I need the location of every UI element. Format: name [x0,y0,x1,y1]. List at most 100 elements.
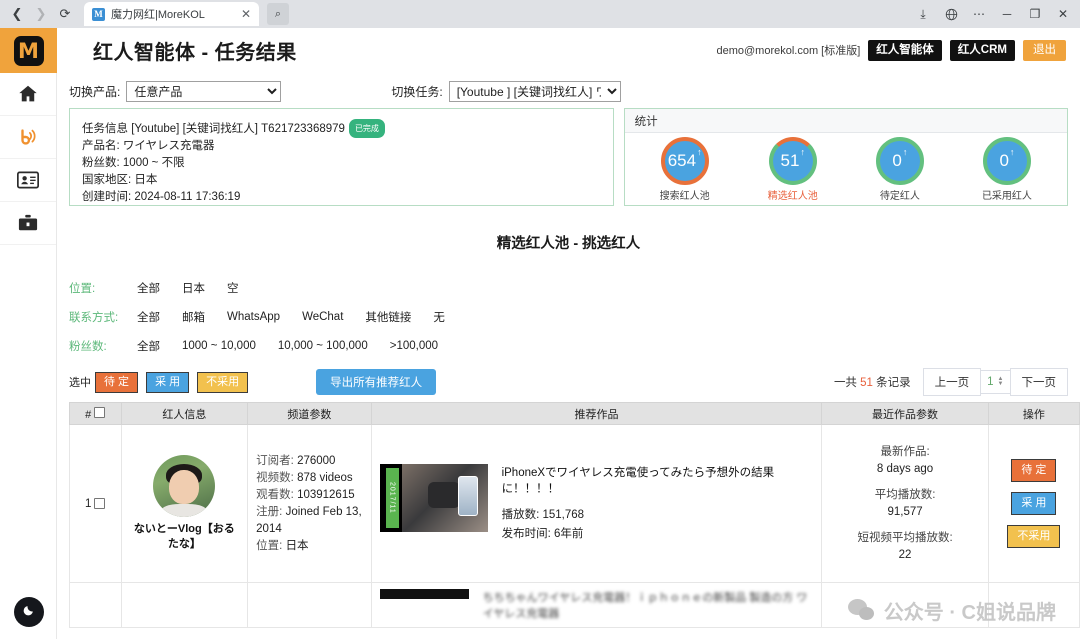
row-pending-button[interactable]: 待 定 [1011,459,1057,482]
bulk-adopt-button[interactable]: 采 用 [146,371,190,393]
sidebar-item-contacts[interactable] [0,159,56,202]
app-logo[interactable]: M [0,28,57,73]
task-info-row: 创建时间: 2024-08-11 17:36:19 [82,189,601,206]
row-index-wrap: 1 [78,498,113,510]
task-info-value: ワイヤレス充電器 [122,140,215,152]
work-title[interactable]: iPhoneXでワイヤレス充電使ってみたら予想外の結果に！！！！ [502,464,814,496]
select-all-checkbox[interactable] [94,406,106,418]
download-icon[interactable]: ⤓ [910,1,936,27]
row-checkbox[interactable] [94,498,106,509]
recent-value: 22 [898,548,912,561]
stat-item-pending[interactable]: 0 ↑ 待定红人 [875,137,924,202]
cell-recommended-work: 2017/11 iPhoneXでワイヤレス充電使ってみたら予想外の結果に！！！！… [370,424,823,583]
task-select[interactable]: [Youtube ] [关键词找红人] ワイヤ [448,81,621,102]
contact-card-icon [17,171,39,189]
page-number-input[interactable]: 1 ▲ ▼ [981,370,1010,394]
filter-option[interactable]: 全部 [137,338,160,354]
table-row[interactable]: 1 ないとーVlog【おるたな】 订阅者: 276000 视频数: 878 vi… [69,424,1080,583]
thumbnail-photo [401,463,488,532]
video-thumbnail[interactable]: 2017/11 [379,463,488,532]
filter-option[interactable]: 日本 [182,280,205,296]
stat-item-adopted[interactable]: 0 ↑ 已采用红人 [982,137,1032,202]
task-info-key: 粉丝数: [82,157,120,169]
video-thumbnail[interactable] [379,589,469,599]
main-content: 切换产品: 任意产品 切换任务: [Youtube ] [关键词找红人] ワイヤ… [57,73,1080,639]
filter-option[interactable]: 10,000 ~ 100,000 [278,340,368,352]
cell-channel-params [247,582,372,628]
filter-label: 联系方式: [69,311,119,324]
product-select-label: 切换产品: [69,85,121,99]
minimize-icon[interactable]: ─ [994,1,1020,27]
bulk-reject-button[interactable]: 不采用 [197,371,249,393]
sidebar-item-broadcast[interactable] [0,116,56,159]
more-options-icon[interactable]: ⋯ [966,1,992,27]
filter-option[interactable]: 其他链接 [365,309,411,325]
close-icon[interactable]: ✕ [241,7,251,21]
back-icon[interactable]: ❮ [6,3,28,25]
stat-item-selected-pool[interactable]: 51 ↑ 精选红人池 [768,137,818,202]
cell-kol-info [120,582,249,628]
sidebar-item-briefcase[interactable] [0,202,56,245]
logout-button[interactable]: 退出 [1023,39,1066,62]
table-row[interactable]: ちちちゃんワイヤレス充電器！ｉｐｈｏｎｅの新製品 製造の方 ワイヤレス充電器 [69,582,1080,628]
tab-search-icon[interactable]: ⌕ [267,3,289,25]
stat-label: 已采用红人 [981,191,1032,202]
kol-name[interactable]: ないとーVlog【おるたな】 [130,522,240,552]
maximize-icon[interactable]: ❐ [1022,1,1048,27]
table-header: # 红人信息 频道参数 推荐作品 最近作品参数 操作 [69,402,1080,425]
stat-arrow: ↑ [902,147,908,157]
stat-label: 搜索红人池 [659,191,710,202]
filter-option[interactable]: 邮箱 [182,309,205,325]
row-reject-button[interactable]: 不采用 [1007,525,1061,548]
recent-key: 平均播放数: [874,488,936,501]
pagination: 一共 51 条记录 上一页 1 ▲ ▼ 下一页 [834,368,1068,396]
briefcase-icon [17,213,39,233]
window-controls: ⤓ ⋯ ─ ❐ ✕ [910,0,1076,28]
nav-button-crm[interactable]: 红人CRM [949,39,1015,62]
dark-mode-toggle[interactable] [14,597,44,627]
window-close-icon[interactable]: ✕ [1050,1,1076,27]
forward-icon[interactable]: ❯ [30,3,52,25]
globe-icon[interactable] [938,1,964,27]
reload-icon[interactable]: ⟳ [54,3,76,25]
channel-row: 视频数: 878 videos [256,470,362,487]
filter-option[interactable]: WhatsApp [227,311,280,323]
nav-button-agent[interactable]: 红人智能体 [868,39,942,62]
cell-index [69,582,122,628]
page-header: 红人智能体 - 任务结果 demo@morekol.com [标准版] 红人智能… [57,28,1080,73]
status-badge: 已完成 [348,119,385,138]
filter-option[interactable]: 无 [433,309,445,325]
stat-value: 654 [667,151,697,170]
next-page-button[interactable]: 下一页 [1009,368,1068,396]
stat-item-search-pool[interactable]: 654 ↑ 搜索红人池 [660,137,710,202]
stats-circles: 654 ↑ 搜索红人池 51 ↑ 精选红人池 0 ↑ 待定红人 0 ↑ 已采用红… [625,133,1067,206]
filter-option[interactable]: 1000 ~ 10,000 [182,340,256,352]
browser-tab[interactable]: M 魔力网红|MoreKOL ✕ [84,2,259,26]
filter-option[interactable]: 全部 [137,309,160,325]
sidebar-item-home[interactable] [0,73,56,116]
influencer-table: # 红人信息 频道参数 推荐作品 最近作品参数 操作 1 ないとーVlog【おる… [69,402,1080,628]
filter-label: 位置: [69,282,96,295]
column-header-operations: 操作 [987,402,1080,425]
cell-kol-info: ないとーVlog【おるたな】 [120,424,249,583]
row-adopt-button[interactable]: 采 用 [1011,492,1057,515]
stats-panel-header: 统计 [624,109,1067,133]
user-email: demo@morekol.com [标准版] [716,45,861,58]
filter-option[interactable]: WeChat [302,311,343,323]
table-header-row: # 红人信息 频道参数 推荐作品 最近作品参数 操作 [69,402,1080,425]
summary-panels: 任务信息 [Youtube] [关键词找红人] T621723368979 已完成… [57,108,1080,206]
filter-row-location: 位置: 全部 日本 空 [69,273,1080,302]
export-button[interactable]: 导出所有推荐红人 [316,369,437,395]
selected-label: 选中 [69,377,91,389]
bulk-pending-button[interactable]: 待 定 [95,371,139,393]
filter-option[interactable]: 空 [227,280,239,296]
work-title[interactable]: ちちちゃんワイヤレス充電器！ｉｐｈｏｎｅの新製品 製造の方 ワイヤレス充電器 [483,589,814,621]
spinner-icon[interactable]: ▲ ▼ [998,376,1004,387]
task-info-key: 创建时间: [82,191,132,203]
recent-value: 8 days ago [876,462,934,475]
prev-page-button[interactable]: 上一页 [922,368,982,396]
filter-option[interactable]: 全部 [137,280,160,296]
product-select[interactable]: 任意产品 [126,81,282,102]
cell-channel-params: 订阅者: 276000 视频数: 878 videos 观看数: 1039126… [247,424,372,583]
filter-option[interactable]: >100,000 [390,340,438,352]
